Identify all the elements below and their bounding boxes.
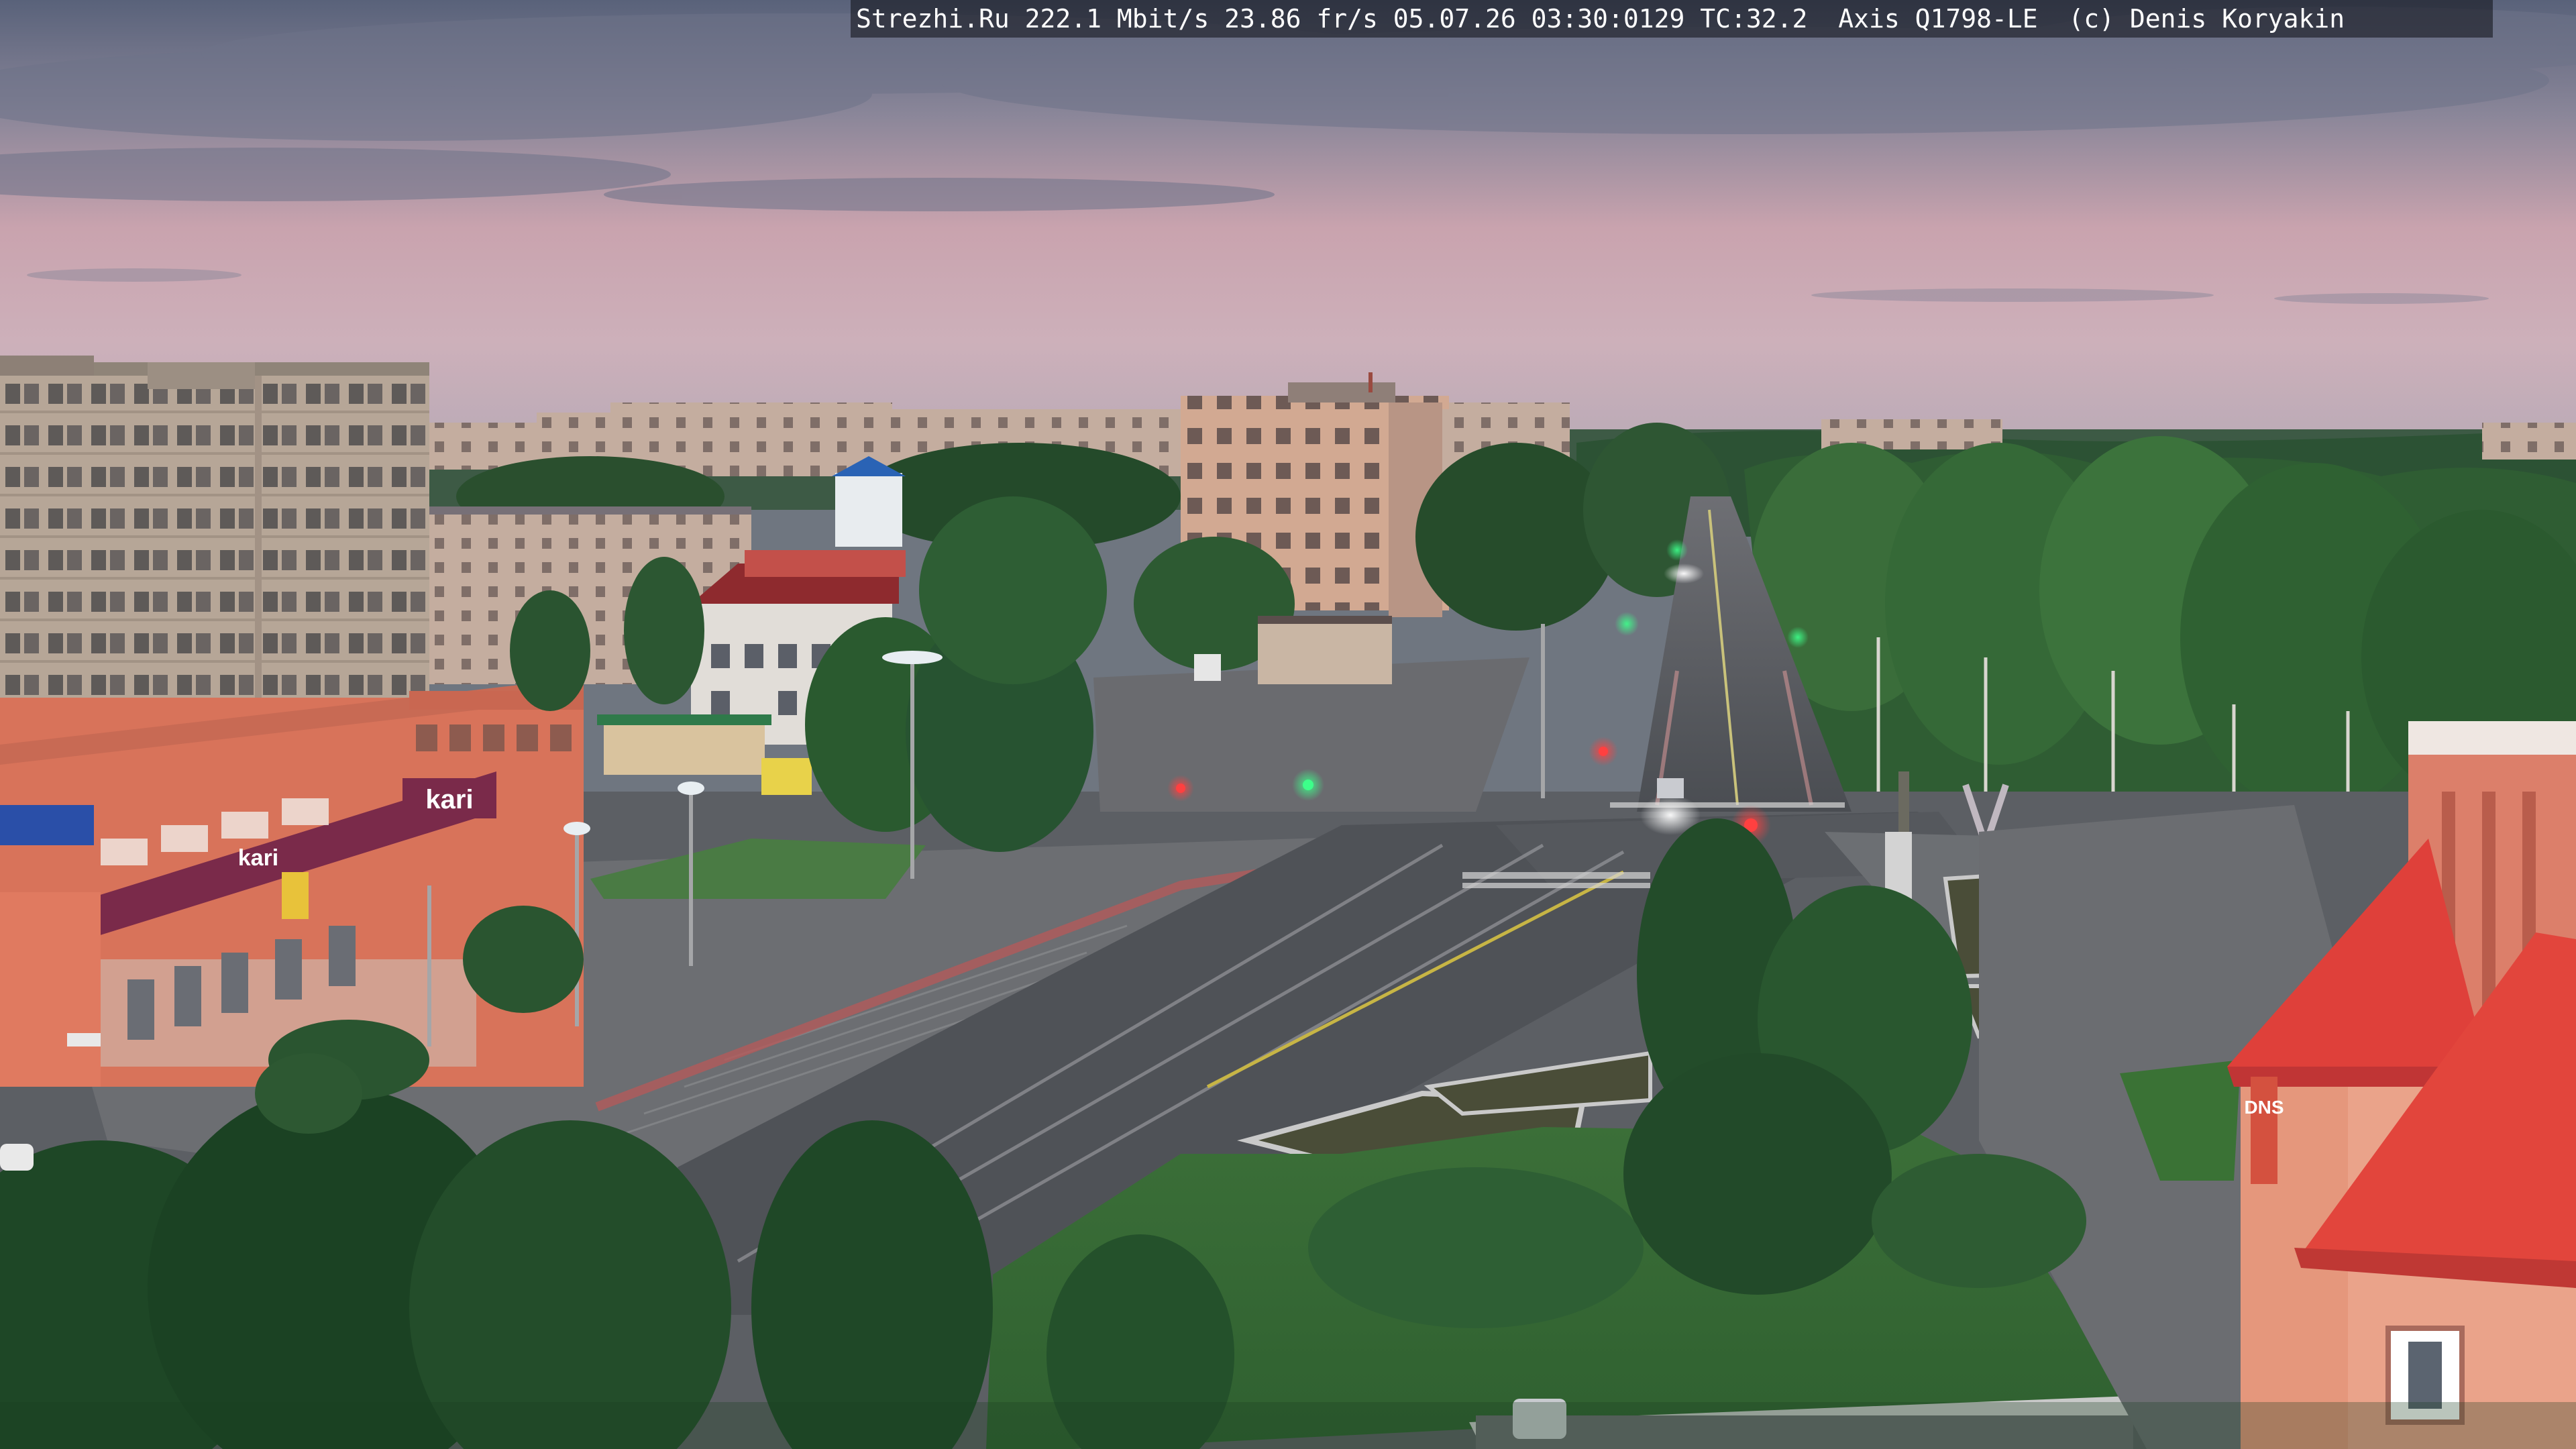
street-scene: kari kari DNS <box>0 0 2576 1449</box>
car-center <box>1657 778 1684 798</box>
kari-sign-small-text: kari <box>238 845 279 871</box>
kari-sign-text: kari <box>425 785 473 814</box>
kari-store-building <box>0 678 584 1087</box>
camera-info-overlay: Strezhi.Ru 222.1 Mbit/s 23.86 fr/s 05.07… <box>851 0 2493 38</box>
dns-sign-text: DNS <box>2244 1097 2284 1118</box>
left-parked-car <box>0 1144 34 1171</box>
